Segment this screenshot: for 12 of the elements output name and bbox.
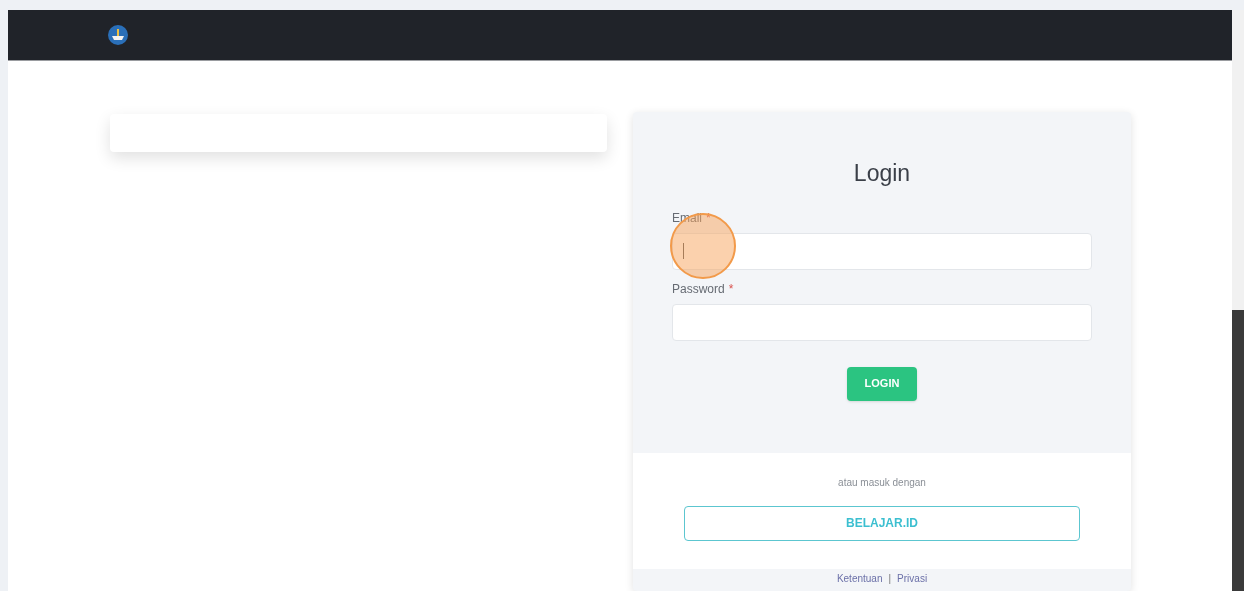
login-title: Login [853, 159, 911, 188]
footer-link[interactable]: Ketentuan [836, 571, 883, 586]
alternate-login-text: atau masuk dengan [838, 475, 926, 490]
text-cursor [683, 243, 684, 259]
input-field[interactable] [672, 232, 1092, 270]
input-field[interactable] [672, 303, 1092, 341]
required-mark: * [728, 280, 734, 298]
link-separator: | [888, 572, 892, 586]
scrollbar[interactable] [1232, 10, 1244, 591]
logo-icon[interactable] [108, 25, 128, 45]
field-label: Password [672, 280, 725, 298]
footer-link[interactable]: Privasi [897, 571, 928, 586]
